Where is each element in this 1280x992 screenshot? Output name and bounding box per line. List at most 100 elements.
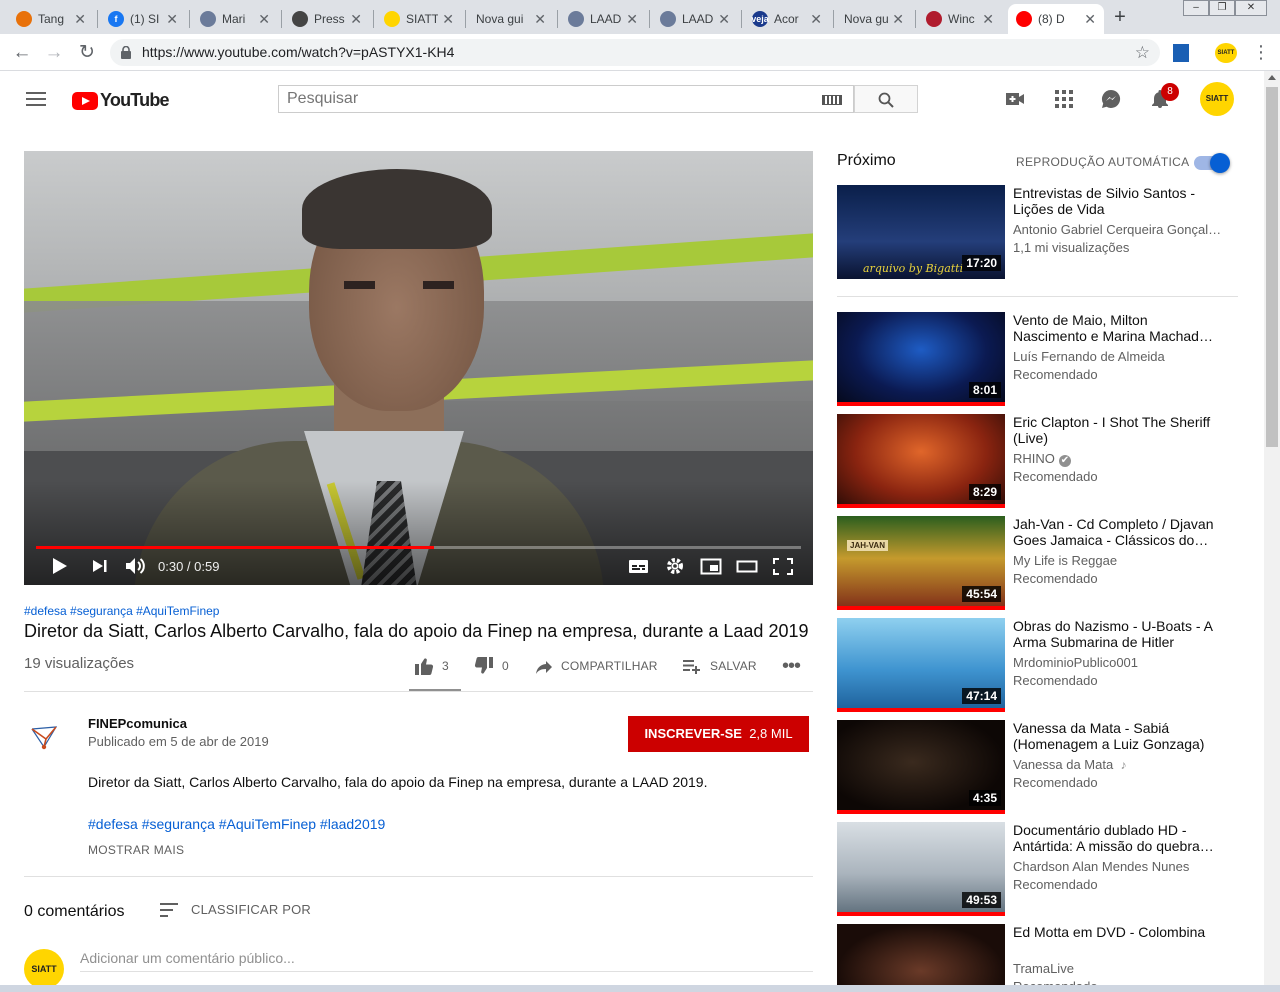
scroll-up-arrow-icon[interactable]: [1268, 75, 1276, 80]
recommended-video[interactable]: arquivo by Bigatti 17:20 Entrevistas de Si…: [837, 185, 1242, 279]
recommended-video[interactable]: JAH-VAN 45:54 Jah-Van - Cd Completo / Djav…: [837, 516, 1242, 610]
new-tab-button[interactable]: +: [1110, 6, 1130, 28]
recommended-video[interactable]: 8:01 Vento de Maio, Milton Nascimento e M…: [837, 312, 1242, 406]
like-button[interactable]: 3: [414, 655, 449, 677]
recommended-video[interactable]: 4:35 Vanessa da Mata - Sabiá (Homenagem a…: [837, 720, 1242, 814]
browser-tab[interactable]: LAAD ✕: [652, 4, 738, 34]
browser-tab[interactable]: LAAD ✕: [560, 4, 646, 34]
theater-mode-icon[interactable]: [736, 554, 758, 578]
bookmark-star-icon[interactable]: ☆: [1135, 39, 1150, 66]
recommended-video-title[interactable]: Eric Clapton - I Shot The Sheriff (Live): [1013, 414, 1223, 446]
progress-bar[interactable]: [36, 546, 801, 549]
video-player[interactable]: 0:30 / 0:59: [24, 151, 813, 585]
close-tab-icon[interactable]: ✕: [534, 11, 546, 28]
browser-tab[interactable]: Mari ✕: [192, 4, 278, 34]
recommended-video-channel[interactable]: Antonio Gabriel Cerqueira Gonçal…: [1013, 222, 1233, 237]
autoplay-toggle[interactable]: [1192, 153, 1232, 173]
apps-grid-icon[interactable]: [1054, 89, 1074, 109]
recommended-video-title[interactable]: Vento de Maio, Milton Nascimento e Marin…: [1013, 312, 1223, 344]
recommended-video-title[interactable]: Jah-Van - Cd Completo / Djavan Goes Jama…: [1013, 516, 1223, 548]
close-tab-icon[interactable]: ✕: [350, 11, 362, 28]
video-thumbnail[interactable]: arquivo by Bigatti 17:20: [837, 185, 1005, 279]
recommended-video-channel[interactable]: TramaLive: [1013, 961, 1233, 976]
video-thumbnail[interactable]: 8:29: [837, 414, 1005, 508]
browser-menu-icon[interactable]: ⋮: [1252, 42, 1270, 62]
scrollbar-thumb[interactable]: [1266, 87, 1278, 447]
search-button[interactable]: [854, 85, 918, 113]
account-avatar[interactable]: SIATT: [1200, 82, 1234, 116]
close-tab-icon[interactable]: ✕: [982, 11, 994, 28]
forward-button[interactable]: →: [42, 41, 66, 65]
browser-tab[interactable]: Nova gui ✕: [468, 4, 554, 34]
close-tab-icon[interactable]: ✕: [810, 11, 822, 28]
close-tab-icon[interactable]: ✕: [1084, 11, 1096, 28]
close-tab-icon[interactable]: ✕: [258, 11, 270, 28]
recommended-video[interactable]: Ed Motta em DVD - ColombinaTramaLiveReco…: [837, 924, 1242, 992]
close-tab-icon[interactable]: ✕: [442, 11, 454, 28]
settings-gear-icon[interactable]: [665, 554, 685, 578]
messages-icon[interactable]: [1101, 89, 1121, 109]
keyboard-icon[interactable]: [822, 95, 842, 105]
share-button[interactable]: COMPARTILHAR: [535, 655, 658, 677]
close-tab-icon[interactable]: ✕: [626, 11, 638, 28]
show-more-button[interactable]: MOSTRAR MAIS: [88, 843, 184, 857]
miniplayer-icon[interactable]: [700, 554, 722, 578]
recommended-video-channel[interactable]: Chardson Alan Mendes Nunes: [1013, 859, 1233, 874]
recommended-video-title[interactable]: Vanessa da Mata - Sabiá (Homenagem a Lui…: [1013, 720, 1223, 752]
channel-avatar[interactable]: [24, 717, 64, 757]
close-tab-icon[interactable]: ✕: [166, 11, 178, 28]
restore-window-button[interactable]: ❐: [1209, 0, 1235, 16]
recommended-video-channel[interactable]: MrdominioPublico001: [1013, 655, 1233, 670]
recommended-video[interactable]: 49:53 Documentário dublado HD - Antártida…: [837, 822, 1242, 916]
volume-icon[interactable]: [124, 554, 146, 578]
recommended-video[interactable]: 8:29 Eric Clapton - I Shot The Sheriff (L…: [837, 414, 1242, 508]
more-actions-icon[interactable]: •••: [782, 655, 801, 677]
browser-tab[interactable]: (8) D ✕: [1008, 4, 1104, 34]
video-thumbnail[interactable]: 47:14: [837, 618, 1005, 712]
close-tab-icon[interactable]: ✕: [718, 11, 730, 28]
comment-input[interactable]: Adicionar um comentário público...: [80, 950, 813, 972]
video-thumbnail[interactable]: [837, 924, 1005, 992]
video-hashtags[interactable]: #defesa #segurança #AquiTemFinep: [24, 604, 219, 618]
close-tab-icon[interactable]: ✕: [74, 11, 86, 28]
browser-tab[interactable]: Winc ✕: [918, 4, 1002, 34]
video-thumbnail[interactable]: 8:01: [837, 312, 1005, 406]
video-thumbnail[interactable]: JAH-VAN 45:54: [837, 516, 1005, 610]
channel-name[interactable]: FINEPcomunica: [88, 716, 187, 731]
recommended-video-channel[interactable]: Luís Fernando de Almeida: [1013, 349, 1233, 364]
close-window-button[interactable]: ✕: [1235, 0, 1267, 16]
create-video-icon[interactable]: [1005, 89, 1025, 109]
browser-tab[interactable]: Press ✕: [284, 4, 370, 34]
dislike-button[interactable]: 0: [474, 655, 509, 677]
reload-button[interactable]: ↻: [75, 41, 99, 65]
browser-tab[interactable]: Nova gui ✕: [836, 4, 912, 34]
siatt-extension-icon[interactable]: SIATT: [1215, 43, 1237, 63]
youtube-logo[interactable]: YouTube: [72, 90, 170, 111]
search-input[interactable]: [278, 85, 854, 113]
video-thumbnail[interactable]: 49:53: [837, 822, 1005, 916]
hamburger-menu-icon[interactable]: [26, 92, 46, 106]
browser-tab[interactable]: SIATT ✕: [376, 4, 462, 34]
back-button[interactable]: ←: [10, 41, 34, 65]
browser-tab[interactable]: Tang ✕: [8, 4, 94, 34]
subtitles-icon[interactable]: [628, 554, 650, 578]
minimize-window-button[interactable]: –: [1183, 0, 1209, 16]
next-video-icon[interactable]: [90, 554, 110, 578]
browser-tab[interactable]: veja Acor ✕: [744, 4, 830, 34]
sort-comments-button[interactable]: CLASSIFICAR POR: [160, 902, 311, 917]
browser-tab[interactable]: f (1) SI ✕: [100, 4, 186, 34]
recommended-video-title[interactable]: Documentário dublado HD - Antártida: A m…: [1013, 822, 1223, 854]
recommended-video[interactable]: 47:14 Obras do Nazismo - U-Boats - A Arma…: [837, 618, 1242, 712]
address-bar[interactable]: https://www.youtube.com/watch?v=pASTYX1-…: [110, 39, 1160, 66]
page-scrollbar[interactable]: [1264, 71, 1280, 992]
recommended-video-title[interactable]: Ed Motta em DVD - Colombina: [1013, 924, 1223, 940]
save-button[interactable]: SALVAR: [682, 655, 757, 677]
fullscreen-icon[interactable]: [772, 554, 794, 578]
close-tab-icon[interactable]: ✕: [892, 11, 904, 28]
recommended-video-channel[interactable]: Vanessa da Mata ♪: [1013, 757, 1233, 772]
recommended-video-title[interactable]: Obras do Nazismo - U-Boats - A Arma Subm…: [1013, 618, 1223, 650]
video-thumbnail[interactable]: 4:35: [837, 720, 1005, 814]
subscribe-button[interactable]: INSCREVER-SE 2,8 MIL: [628, 716, 809, 752]
recommended-video-title[interactable]: Entrevistas de Silvio Santos - Lições de…: [1013, 185, 1223, 217]
recommended-video-channel[interactable]: RHINO ✔: [1013, 451, 1233, 467]
